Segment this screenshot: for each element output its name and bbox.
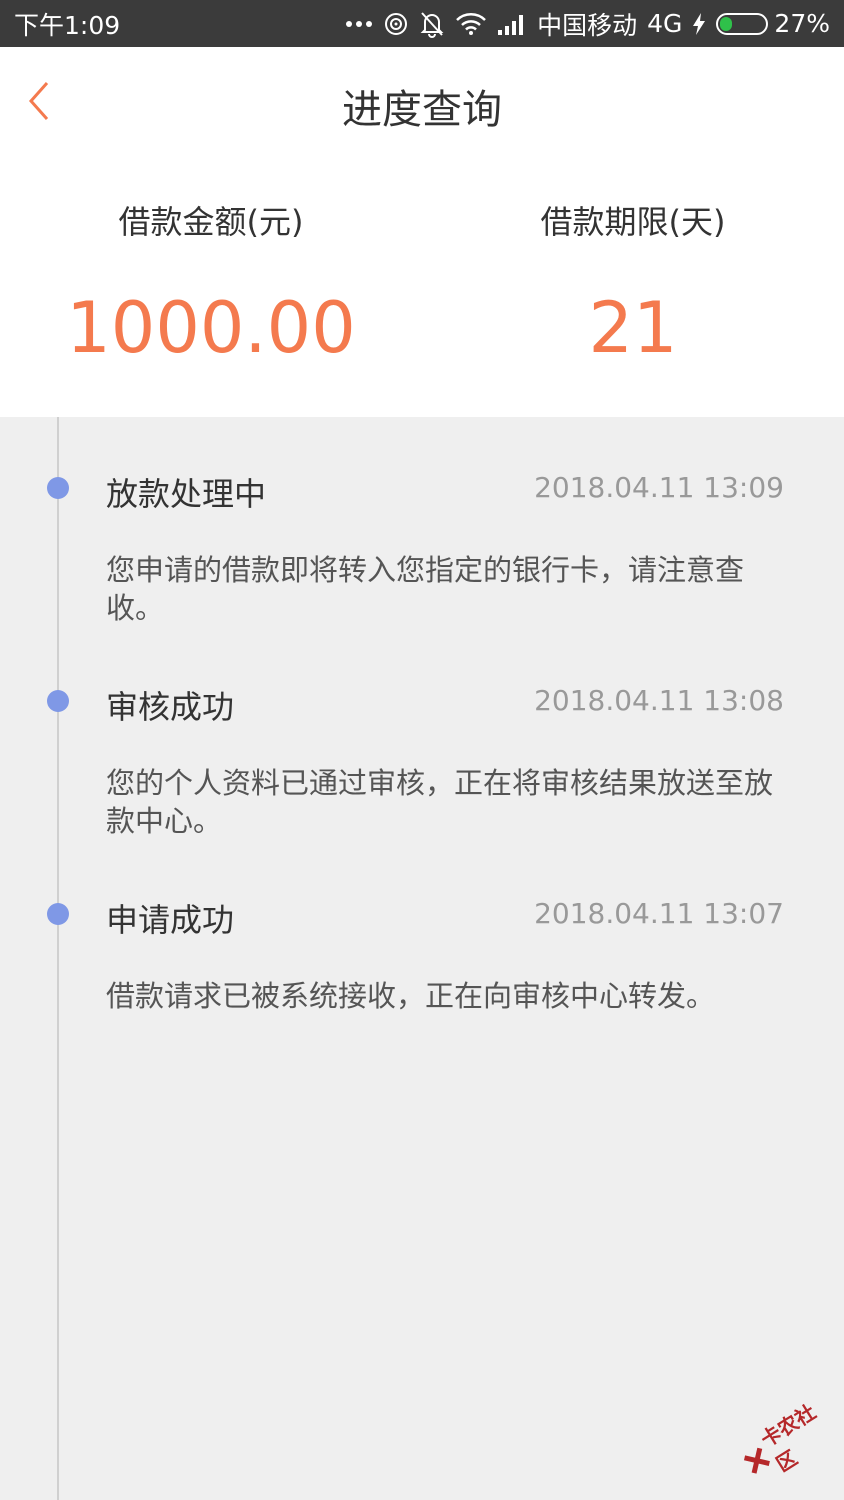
progress-timeline: 放款处理中 2018.04.11 13:09 您申请的借款即将转入您指定的银行卡… xyxy=(0,417,844,1500)
amount-label: 借款金额(元) xyxy=(118,203,304,241)
carrier-label: 中国移动 xyxy=(537,10,638,40)
entry-title: 放款处理中 xyxy=(106,475,267,513)
term-label: 借款期限(天) xyxy=(540,203,726,241)
status-time: 下午1:09 xyxy=(14,10,121,40)
battery-percent: 27% xyxy=(774,9,830,38)
status-bar: 下午1:09 中国移动 4G 27% xyxy=(0,0,844,47)
header: 进度查询 借款金额(元) 1000.00 借款期限(天) 21 xyxy=(0,47,844,417)
entry-title: 审核成功 xyxy=(106,688,235,726)
timeline-line xyxy=(57,417,59,1500)
entry-time: 2018.04.11 13:08 xyxy=(534,684,784,717)
timeline-dot xyxy=(47,690,69,712)
term-block: 借款期限(天) 21 xyxy=(422,197,844,363)
entry-title: 申请成功 xyxy=(106,901,235,939)
loan-summary: 借款金额(元) 1000.00 借款期限(天) 21 xyxy=(0,197,844,363)
battery-fill xyxy=(720,16,733,31)
timeline-dot xyxy=(47,477,69,499)
signal-icon xyxy=(497,12,527,36)
status-icons: 中国移动 4G 27% xyxy=(345,6,830,42)
battery-body xyxy=(716,12,769,35)
page-title: 进度查询 xyxy=(342,87,502,133)
entry-description: 借款请求已被系统接收，正在向审核中心转发。 xyxy=(106,979,716,1013)
charging-icon xyxy=(692,12,706,36)
battery-icon: 27% xyxy=(716,9,830,38)
entry-time: 2018.04.11 13:07 xyxy=(534,897,784,930)
mute-bell-icon xyxy=(419,10,445,38)
amount-value: 1000.00 xyxy=(66,287,356,369)
timeline-dot xyxy=(47,903,69,925)
entry-description: 您的个人资料已通过审核，正在将审核结果放送至放款中心。 xyxy=(106,766,774,838)
hotspot-icon xyxy=(383,11,409,37)
entry-time: 2018.04.11 13:09 xyxy=(534,471,784,504)
term-value: 21 xyxy=(588,287,678,369)
amount-block: 借款金额(元) 1000.00 xyxy=(0,197,422,363)
entry-description: 您申请的借款即将转入您指定的银行卡，请注意查收。 xyxy=(106,553,745,625)
more-dots-icon xyxy=(345,19,373,29)
network-label: 4G xyxy=(647,9,683,38)
wifi-icon xyxy=(455,12,487,36)
